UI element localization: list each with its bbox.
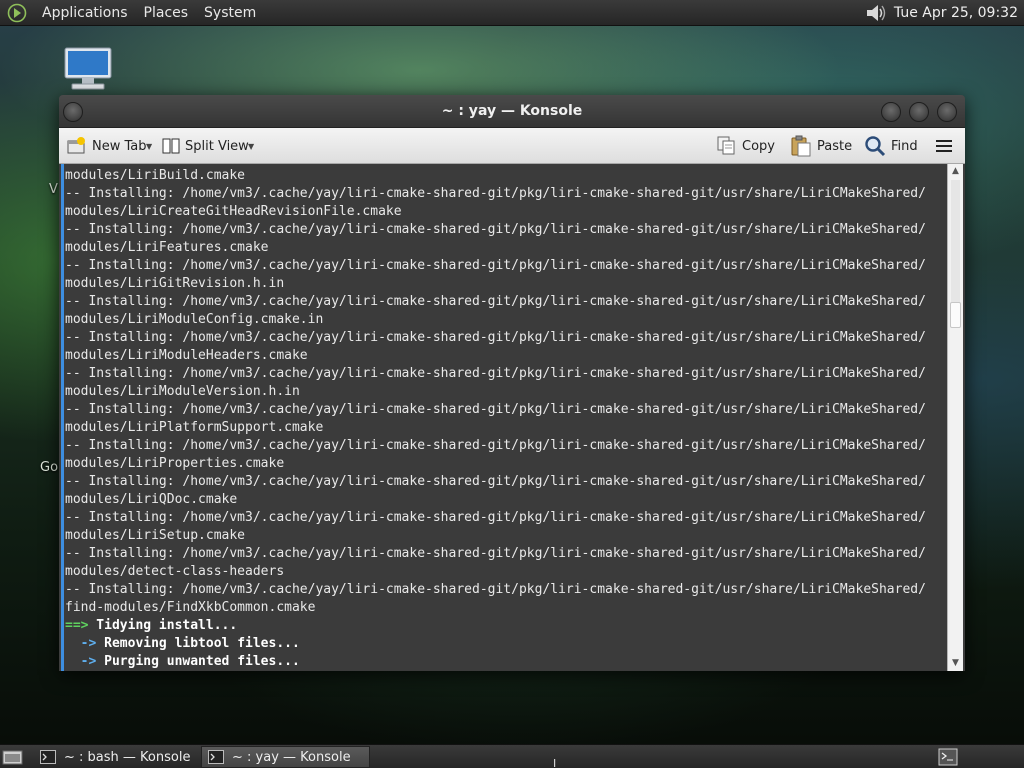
maximize-button[interactable] bbox=[909, 102, 929, 122]
split-view-icon bbox=[162, 138, 180, 154]
terminal-line: modules/LiriProperties.cmake bbox=[65, 456, 285, 471]
terminal-status-prefix: -> bbox=[65, 636, 97, 651]
desktop-icon-label-partial: Go bbox=[40, 460, 59, 475]
bottom-panel: ~ : bash — Konsole ~ : yay — Konsole bbox=[0, 744, 1024, 768]
terminal-line: -- Installing: /home/vm3/.cache/yay/liri… bbox=[65, 546, 926, 561]
terminal-line: modules/LiriModuleVersion.h.in bbox=[65, 384, 300, 399]
applications-menu[interactable]: Applications bbox=[34, 5, 136, 21]
terminal-status-line: ==> Tidying install... bbox=[65, 617, 947, 635]
minimize-button[interactable] bbox=[881, 102, 901, 122]
terminal-line: -- Installing: /home/vm3/.cache/yay/liri… bbox=[65, 510, 926, 525]
terminal-line: -- Installing: /home/vm3/.cache/yay/liri… bbox=[65, 402, 926, 417]
text-cursor-icon: I bbox=[553, 757, 557, 768]
terminal-line: -- Installing: /home/vm3/.cache/yay/liri… bbox=[65, 366, 926, 381]
terminal-line: modules/LiriQDoc.cmake bbox=[65, 492, 238, 507]
terminal-status-text: Removing libtool files... bbox=[96, 636, 300, 651]
split-view-dropdown-arrow[interactable]: ▼ bbox=[248, 142, 254, 151]
paste-icon bbox=[791, 135, 811, 157]
places-menu[interactable]: Places bbox=[136, 5, 197, 21]
terminal-line: modules/LiriModuleHeaders.cmake bbox=[65, 348, 308, 363]
terminal-line: modules/LiriBuild.cmake bbox=[65, 168, 246, 183]
computer-icon[interactable] bbox=[62, 46, 114, 94]
scrollbar-thumb[interactable] bbox=[950, 302, 961, 328]
terminal-status-line: -> Purging unwanted files... bbox=[65, 653, 947, 671]
find-button[interactable]: Find bbox=[864, 134, 918, 158]
system-menu[interactable]: System bbox=[196, 5, 264, 21]
terminal-status-text: Purging unwanted files... bbox=[96, 654, 300, 669]
terminal-icon bbox=[40, 750, 56, 764]
scroll-down-arrow[interactable]: ▼ bbox=[948, 656, 963, 670]
terminal-line: -- Installing: /home/vm3/.cache/yay/liri… bbox=[65, 222, 926, 237]
copy-button[interactable]: Copy bbox=[717, 134, 775, 158]
paste-label: Paste bbox=[817, 138, 853, 154]
new-tab-button[interactable]: New Tab bbox=[67, 134, 147, 158]
terminal-line: -- Installing: /home/vm3/.cache/yay/liri… bbox=[65, 438, 926, 453]
new-tab-label: New Tab bbox=[92, 138, 147, 154]
terminal-icon bbox=[208, 750, 224, 764]
terminal-line: -- Installing: /home/vm3/.cache/yay/liri… bbox=[65, 294, 926, 309]
new-tab-icon bbox=[67, 137, 85, 154]
window-titlebar[interactable]: ~ : yay — Konsole bbox=[59, 95, 965, 128]
close-button[interactable] bbox=[937, 102, 957, 122]
split-view-button[interactable]: Split View bbox=[162, 134, 249, 158]
terminal-scrollbar[interactable]: ▲ ▼ bbox=[947, 164, 963, 671]
terminal-line: modules/LiriModuleConfig.cmake.in bbox=[65, 312, 324, 327]
new-tab-dropdown-arrow[interactable]: ▼ bbox=[146, 142, 152, 151]
terminal-line: -- Installing: /home/vm3/.cache/yay/liri… bbox=[65, 258, 926, 273]
taskbar-item-label: ~ : yay — Konsole bbox=[232, 749, 351, 765]
terminal-line: find-modules/FindXkbCommon.cmake bbox=[65, 600, 316, 615]
terminal-line: -- Installing: /home/vm3/.cache/yay/liri… bbox=[65, 582, 926, 597]
konsole-toolbar: New Tab ▼ Split View ▼ Copy Paste Find bbox=[59, 128, 965, 164]
terminal-status-prefix: -> bbox=[65, 654, 97, 669]
terminal-status-line: -> Removing libtool files... bbox=[65, 635, 947, 653]
hamburger-menu-icon bbox=[936, 140, 952, 152]
copy-icon bbox=[717, 136, 735, 155]
terminal-status-lines: ==> Tidying install... -> Removing libto… bbox=[65, 617, 947, 671]
terminal-output[interactable]: modules/LiriBuild.cmake -- Installing: /h… bbox=[61, 164, 947, 671]
hamburger-menu-button[interactable] bbox=[935, 134, 958, 158]
scroll-up-arrow[interactable]: ▲ bbox=[948, 164, 963, 178]
terminal-line: modules/LiriCreateGitHeadRevisionFile.cm… bbox=[65, 204, 402, 219]
terminal-line: -- Installing: /home/vm3/.cache/yay/liri… bbox=[65, 186, 926, 201]
terminal-line: modules/LiriGitRevision.h.in bbox=[65, 276, 285, 291]
volume-icon[interactable] bbox=[864, 2, 888, 24]
show-desktop-icon[interactable] bbox=[2, 748, 24, 766]
terminal-line: modules/detect-class-headers bbox=[65, 564, 285, 579]
terminal-line: modules/LiriFeatures.cmake bbox=[65, 240, 269, 255]
clock[interactable]: Tue Apr 25, 09:32 bbox=[894, 5, 1018, 21]
terminal-line: -- Installing: /home/vm3/.cache/yay/liri… bbox=[65, 474, 926, 489]
konsole-window: ~ : yay — Konsole New Tab ▼ Split View ▼ bbox=[59, 95, 965, 671]
taskbar-item-bash-konsole[interactable]: ~ : bash — Konsole bbox=[34, 746, 196, 768]
terminal-status-text: Tidying install... bbox=[88, 618, 238, 633]
terminal-line: modules/LiriSetup.cmake bbox=[65, 528, 246, 543]
scrollbar-track[interactable] bbox=[951, 180, 960, 302]
copy-label: Copy bbox=[742, 138, 775, 154]
terminal-status-prefix: ==> bbox=[65, 618, 89, 633]
taskbar-item-yay-konsole[interactable]: ~ : yay — Konsole bbox=[201, 746, 370, 768]
terminal-line: -- Installing: /home/vm3/.cache/yay/liri… bbox=[65, 330, 926, 345]
window-title: ~ : yay — Konsole bbox=[441, 103, 583, 119]
taskbar-item-label: ~ : bash — Konsole bbox=[64, 749, 191, 765]
distro-logo-icon[interactable] bbox=[6, 2, 28, 24]
terminal-line: modules/LiriPlatformSupport.cmake bbox=[65, 420, 324, 435]
terminal-log-lines: modules/LiriBuild.cmake -- Installing: /h… bbox=[65, 167, 947, 617]
find-label: Find bbox=[891, 138, 918, 154]
split-view-label: Split View bbox=[185, 138, 249, 154]
paste-button[interactable]: Paste bbox=[790, 134, 852, 158]
desktop-icon-label-partial: V bbox=[49, 182, 58, 197]
top-panel: Applications Places System Tue Apr 25, 0… bbox=[0, 0, 1024, 26]
workspace-switcher-icon[interactable] bbox=[938, 748, 958, 766]
find-icon bbox=[865, 136, 886, 157]
